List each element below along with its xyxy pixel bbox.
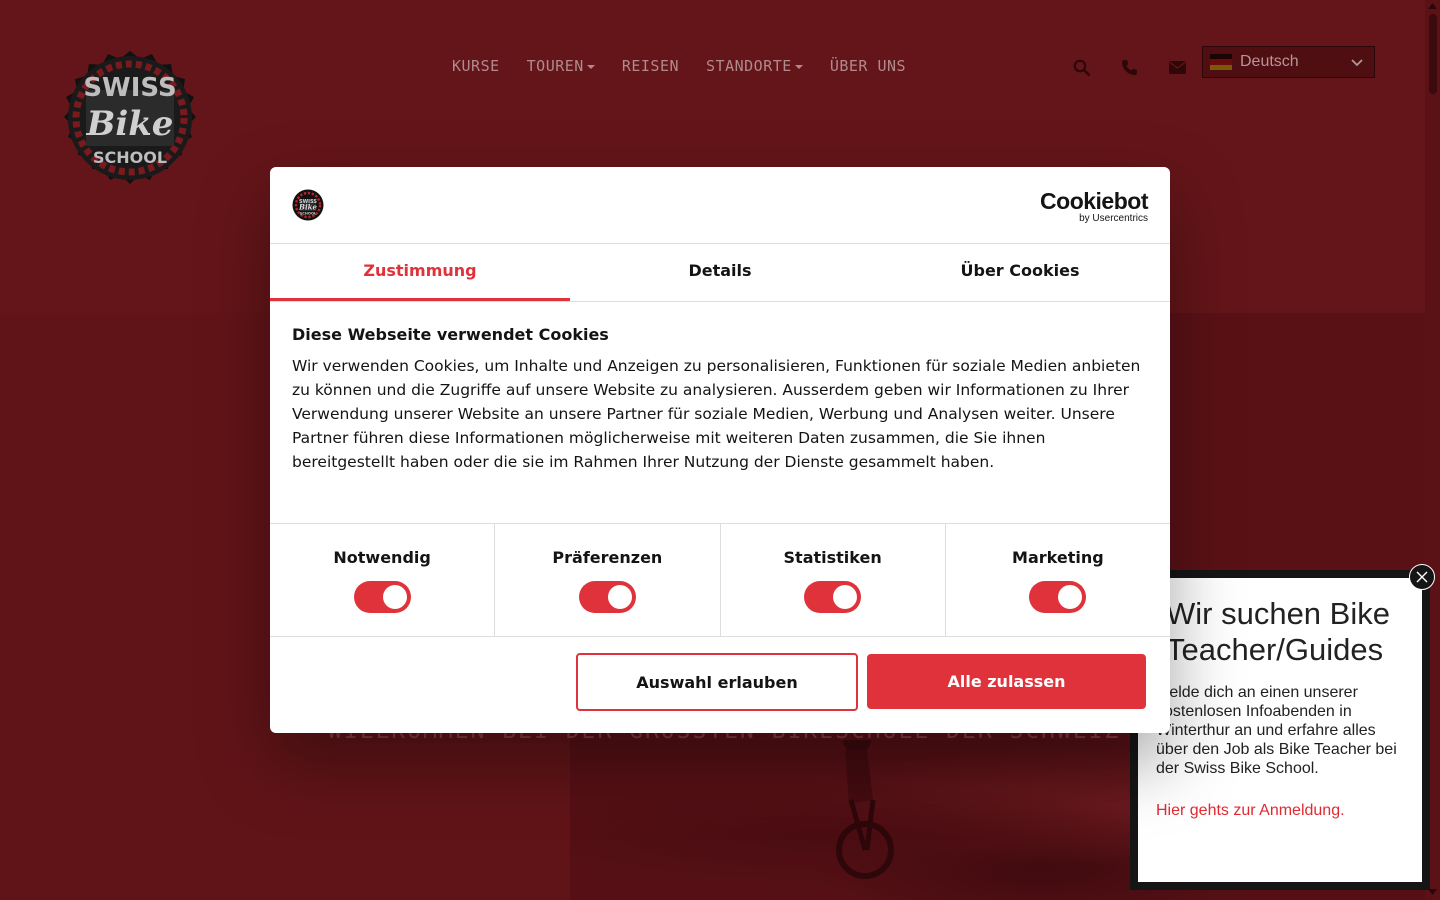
toggle-knob bbox=[1058, 585, 1083, 609]
scroll-up-arrow-icon[interactable] bbox=[1428, 2, 1437, 10]
toggle-label: Marketing bbox=[1012, 548, 1104, 567]
cookiebot-subtitle: by Usercentrics bbox=[1079, 213, 1148, 224]
language-label: Deutsch bbox=[1240, 53, 1299, 70]
statistiken-toggle[interactable] bbox=[804, 581, 862, 613]
allow-all-button[interactable]: Alle zulassen bbox=[867, 654, 1146, 709]
marketing-toggle[interactable] bbox=[1029, 581, 1087, 613]
toggle-knob bbox=[833, 585, 858, 609]
popup-close-button[interactable] bbox=[1409, 564, 1435, 590]
cookie-tabs: Zustimmung Details Über Cookies bbox=[270, 244, 1170, 302]
toggle-group-notwendig: Notwendig bbox=[270, 524, 496, 636]
toggle-label: Statistiken bbox=[783, 548, 882, 567]
nav-item-touren[interactable]: TOUREN bbox=[527, 57, 595, 75]
header-icon-group bbox=[1072, 57, 1186, 77]
popup-title: Wir suchen Bike Teacher/Guides bbox=[1166, 596, 1390, 667]
nav-item-reisen[interactable]: REISEN bbox=[622, 57, 679, 75]
cookie-dialog-actions: Auswahl erlauben Alle zulassen bbox=[270, 637, 1170, 733]
cookiebot-wordmark: Cookiebot bbox=[1040, 188, 1148, 214]
nav-item-kurse[interactable]: KURSE bbox=[452, 57, 500, 75]
german-flag-icon bbox=[1210, 54, 1232, 70]
cookie-dialog-title: Diese Webseite verwendet Cookies bbox=[292, 325, 609, 344]
tab-zustimmung[interactable]: Zustimmung bbox=[270, 244, 570, 301]
swiss-bike-school-logo[interactable]: SWISS Bike SCHOOL bbox=[50, 38, 210, 198]
close-icon bbox=[1416, 571, 1428, 583]
svg-text:SCHOOL: SCHOOL bbox=[300, 212, 317, 216]
cookie-dialog-text: Wir verwenden Cookies, um Inhalte und An… bbox=[292, 357, 1141, 471]
svg-text:Bike: Bike bbox=[86, 104, 174, 144]
toggle-group-statistiken: Statistiken bbox=[721, 524, 946, 636]
popup-signup-link[interactable]: Hier gehts zur Anmeldung. bbox=[1156, 802, 1345, 820]
toggle-knob bbox=[607, 585, 632, 609]
toggle-group-marketing: Marketing bbox=[946, 524, 1170, 636]
cookie-dialog-body: Diese Webseite verwendet Cookies Wir ver… bbox=[270, 302, 1170, 523]
cookie-category-toggles: Notwendig Präferenzen Statistiken Market… bbox=[270, 523, 1170, 637]
search-icon[interactable] bbox=[1072, 57, 1090, 77]
mountain-biker-image bbox=[836, 740, 894, 879]
toggle-group-praeferenzen: Präferenzen bbox=[495, 524, 721, 636]
svg-text:SWISS: SWISS bbox=[83, 73, 176, 103]
svg-text:Bike: Bike bbox=[298, 203, 317, 212]
cookie-dialog-header: SWISS Bike SCHOOL Cookiebot by Usercentr… bbox=[270, 167, 1170, 244]
envelope-icon[interactable] bbox=[1168, 57, 1186, 77]
caret-down-icon bbox=[586, 64, 595, 69]
caret-down-icon bbox=[794, 64, 803, 69]
chevron-down-icon bbox=[1351, 59, 1363, 67]
tab-details[interactable]: Details bbox=[570, 244, 870, 301]
tab-ueber-cookies[interactable]: Über Cookies bbox=[870, 244, 1170, 301]
praeferenzen-toggle[interactable] bbox=[578, 581, 636, 613]
cookie-consent-dialog: SWISS Bike SCHOOL Cookiebot by Usercentr… bbox=[270, 167, 1170, 733]
popup-text: Melde dich an einen unserer kostenlosen … bbox=[1156, 684, 1397, 777]
cookiebot-brand[interactable]: Cookiebot by Usercentrics bbox=[1040, 189, 1148, 224]
scrollbar-thumb[interactable] bbox=[1429, 14, 1437, 94]
site-logo-icon: SWISS Bike SCHOOL bbox=[292, 189, 324, 221]
nav-item-ueber-uns[interactable]: ÜBER UNS bbox=[830, 57, 906, 75]
allow-selection-button[interactable]: Auswahl erlauben bbox=[576, 653, 858, 711]
nav-item-standorte[interactable]: STANDORTE bbox=[706, 57, 803, 75]
language-select[interactable]: Deutsch bbox=[1202, 46, 1375, 78]
notwendig-toggle[interactable] bbox=[353, 581, 411, 613]
toggle-label: Notwendig bbox=[333, 548, 431, 567]
svg-text:SCHOOL: SCHOOL bbox=[93, 148, 167, 167]
main-nav: KURSE TOUREN REISEN STANDORTE ÜBER UNS bbox=[452, 57, 906, 75]
phone-icon[interactable] bbox=[1120, 57, 1138, 77]
toggle-knob bbox=[382, 585, 407, 609]
toggle-label: Präferenzen bbox=[552, 548, 663, 567]
